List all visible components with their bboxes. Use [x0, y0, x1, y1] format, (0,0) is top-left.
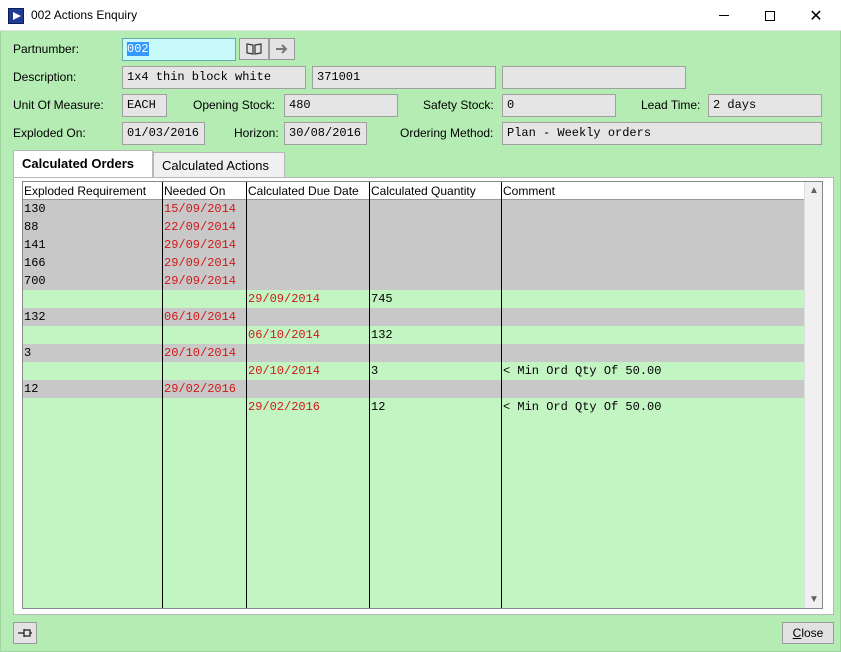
lead-time-field: 2 days	[708, 94, 822, 117]
scroll-up-icon[interactable]: ▲	[805, 182, 822, 199]
uom-label: Unit Of Measure:	[13, 98, 104, 112]
tab-calculated-orders[interactable]: Calculated Orders	[13, 150, 153, 177]
needed-on-cell: 29/09/2014	[164, 256, 237, 270]
close-icon: ✕	[809, 6, 823, 25]
minimize-icon	[719, 15, 729, 16]
form-area: Partnumber: 002 Description: 1x4 thin bl…	[0, 31, 841, 652]
opening-stock-field: 480	[284, 94, 398, 117]
horizon-field: 30/08/2016	[284, 122, 367, 145]
close-window-button[interactable]: ✕	[793, 0, 839, 31]
table-row[interactable]: 88 22/09/2014	[23, 218, 804, 236]
column-divider	[162, 182, 163, 608]
partnumber-label: Partnumber:	[13, 42, 80, 56]
safety-stock-label: Safety Stock:	[423, 98, 494, 112]
ordering-method-field: Plan - Weekly orders	[502, 122, 822, 145]
table-row[interactable]: 20/10/2014 3 < Min Ord Qty Of 50.00	[23, 362, 804, 380]
vertical-scrollbar[interactable]: ▲ ▼	[804, 182, 822, 608]
quantity-cell: 132	[371, 328, 393, 342]
maximize-button[interactable]	[747, 0, 793, 31]
ordering-method-label: Ordering Method:	[400, 126, 494, 140]
pin-icon	[18, 629, 32, 637]
needed-on-cell: 29/02/2016	[164, 382, 237, 396]
opening-stock-label: Opening Stock:	[193, 98, 276, 112]
exploded-on-label: Exploded On:	[13, 126, 86, 140]
column-divider	[246, 182, 247, 608]
due-date-cell: 29/09/2014	[248, 292, 321, 306]
pin-button[interactable]	[13, 622, 37, 644]
due-date-cell: 29/02/2016	[248, 400, 321, 414]
lead-time-label: Lead Time:	[641, 98, 701, 112]
quantity-cell: 3	[371, 364, 379, 378]
col-needed-on[interactable]: Needed On	[164, 184, 225, 198]
needed-on-cell: 20/10/2014	[164, 346, 237, 360]
comment-cell: < Min Ord Qty Of 50.00	[503, 364, 662, 378]
maximize-icon	[765, 10, 775, 21]
exploded-requirement-cell: 88	[24, 220, 39, 234]
minimize-button[interactable]	[701, 0, 747, 31]
column-divider	[501, 182, 502, 608]
exploded-requirement-cell: 3	[24, 346, 32, 360]
exploded-requirement-cell: 12	[24, 382, 39, 396]
lookup-button[interactable]	[239, 38, 269, 60]
due-date-cell: 20/10/2014	[248, 364, 321, 378]
quantity-cell: 12	[371, 400, 386, 414]
comment-cell: < Min Ord Qty Of 50.00	[503, 400, 662, 414]
column-divider	[369, 182, 370, 608]
arrow-right-icon	[276, 44, 288, 54]
table-row[interactable]: 29/02/2016 12 < Min Ord Qty Of 50.00	[23, 398, 804, 416]
grid-header: Exploded Requirement Needed On Calculate…	[23, 182, 804, 200]
col-calculated-quantity[interactable]: Calculated Quantity	[371, 184, 476, 198]
table-row[interactable]: 29/09/2014 745	[23, 290, 804, 308]
table-row[interactable]: 12 29/02/2016	[23, 380, 804, 398]
exploded-requirement-cell: 141	[24, 238, 46, 252]
needed-on-cell: 29/09/2014	[164, 274, 237, 288]
table-row[interactable]: 700 29/09/2014	[23, 272, 804, 290]
quantity-cell: 745	[371, 292, 393, 306]
description-extra-field	[502, 66, 686, 89]
needed-on-cell: 15/09/2014	[164, 202, 237, 216]
exploded-requirement-cell: 132	[24, 310, 46, 324]
app-icon	[8, 8, 24, 24]
table-row[interactable]: 166 29/09/2014	[23, 254, 804, 272]
col-exploded-requirement[interactable]: Exploded Requirement	[24, 184, 146, 198]
scroll-down-icon[interactable]: ▼	[805, 591, 822, 608]
table-row[interactable]: 141 29/09/2014	[23, 236, 804, 254]
book-icon	[246, 43, 262, 55]
close-button[interactable]: Close	[782, 622, 834, 644]
tab-panel: Exploded Requirement Needed On Calculate…	[13, 177, 834, 615]
exploded-requirement-cell: 700	[24, 274, 46, 288]
orders-grid[interactable]: Exploded Requirement Needed On Calculate…	[22, 181, 823, 609]
table-row[interactable]: 130 15/09/2014	[23, 200, 804, 218]
window-title: 002 Actions Enquiry	[31, 8, 138, 22]
description-code-field: 371001	[312, 66, 496, 89]
due-date-cell: 06/10/2014	[248, 328, 321, 342]
table-row[interactable]: 06/10/2014 132	[23, 326, 804, 344]
partnumber-input[interactable]: 002	[122, 38, 236, 61]
needed-on-cell: 29/09/2014	[164, 238, 237, 252]
exploded-requirement-cell: 166	[24, 256, 46, 270]
safety-stock-field: 0	[502, 94, 616, 117]
exploded-requirement-cell: 130	[24, 202, 46, 216]
col-calculated-due-date[interactable]: Calculated Due Date	[248, 184, 359, 198]
go-button[interactable]	[269, 38, 295, 60]
description-label: Description:	[13, 70, 77, 84]
grid-body: 130 15/09/2014 88 22/09/2014 141 29/09/2014 16…	[23, 200, 804, 608]
exploded-on-field: 01/03/2016	[122, 122, 205, 145]
uom-field: EACH	[122, 94, 167, 117]
col-comment[interactable]: Comment	[503, 184, 555, 198]
horizon-label: Horizon:	[234, 126, 279, 140]
table-row[interactable]: 3 20/10/2014	[23, 344, 804, 362]
tab-calculated-actions[interactable]: Calculated Actions	[153, 152, 285, 177]
title-bar: 002 Actions Enquiry ✕	[0, 0, 841, 31]
table-row[interactable]: 132 06/10/2014	[23, 308, 804, 326]
needed-on-cell: 06/10/2014	[164, 310, 237, 324]
needed-on-cell: 22/09/2014	[164, 220, 237, 234]
description-field: 1x4 thin block white	[122, 66, 306, 89]
